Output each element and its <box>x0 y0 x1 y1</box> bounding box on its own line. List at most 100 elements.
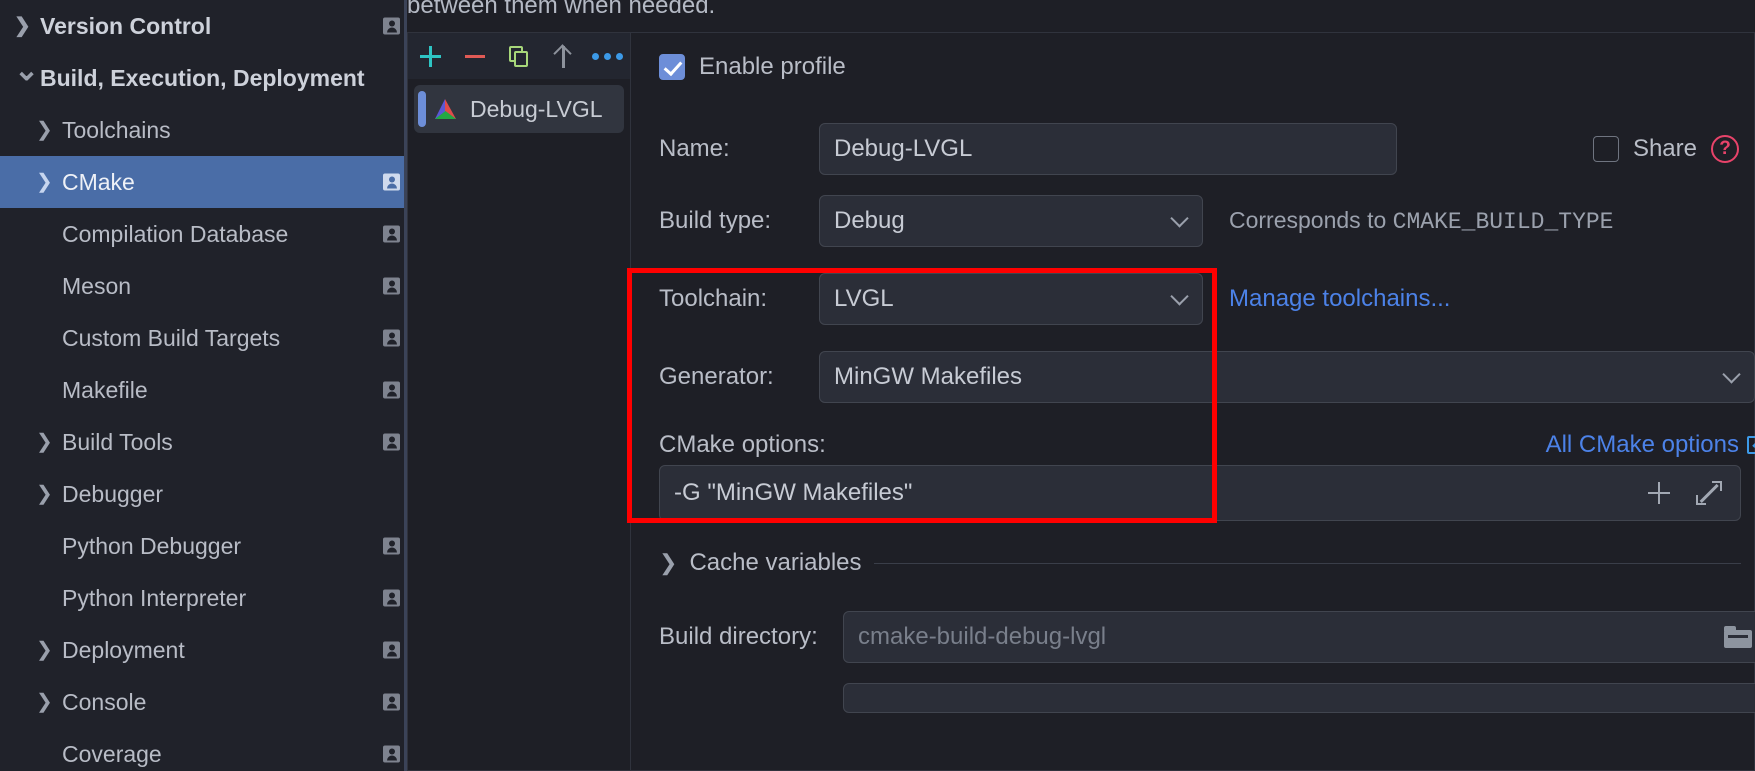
expand-editor-icon[interactable] <box>1696 480 1722 506</box>
settings-dialog: ❯ Version Control ⌄ Build, Execution, Deplo… <box>0 0 1755 771</box>
settings-sidebar[interactable]: ❯ Version Control ⌄ Build, Execution, Deplo… <box>0 0 430 771</box>
build-directory-label: Build directory: <box>659 623 818 650</box>
selection-indicator <box>418 91 426 127</box>
generator-value: MinGW Makefiles <box>834 363 1023 390</box>
chevron-right-icon: ❯ <box>36 639 53 661</box>
help-icon[interactable]: ? <box>1711 135 1739 163</box>
sidebar-item-python-debugger[interactable]: ❯Python Debugger <box>0 520 430 572</box>
sidebar-item-deployment[interactable]: ❯ Deployment <box>0 624 430 676</box>
chevron-down-icon <box>1170 287 1189 306</box>
enable-profile-label: Enable profile <box>699 53 846 80</box>
add-profile-button[interactable] <box>408 34 452 80</box>
project-scope-icon <box>383 745 400 763</box>
share-label: Share <box>1632 135 1697 162</box>
toolchain-row: Toolchain: LVGL Manage toolchains... <box>659 273 1749 325</box>
chevron-down-icon <box>1722 365 1741 384</box>
sidebar-item-label: Coverage <box>62 740 162 767</box>
chevron-down-icon: ⌄ <box>14 54 40 87</box>
next-field-row <box>843 683 1755 713</box>
generator-label: Generator: <box>659 363 774 390</box>
generator-row: Generator: MinGW Makefiles <box>659 351 1755 403</box>
remove-profile-button[interactable] <box>452 34 496 80</box>
enable-profile-checkbox[interactable] <box>659 54 685 80</box>
ellipsis-icon <box>592 53 624 60</box>
add-option-icon[interactable] <box>1648 482 1670 504</box>
project-scope-icon <box>383 225 400 243</box>
sidebar-item-cmake[interactable]: ❯ CMake <box>0 156 430 208</box>
cache-variables-label: Cache variables <box>689 549 862 576</box>
sidebar-item-coverage[interactable]: ❯Coverage <box>0 728 430 771</box>
sidebar-item-label: Toolchains <box>62 116 171 143</box>
sidebar-item-label: CMake <box>62 168 135 195</box>
section-divider <box>873 562 1741 564</box>
move-up-button[interactable] <box>541 34 585 80</box>
manage-toolchains-link[interactable]: Manage toolchains... <box>1229 285 1450 313</box>
profiles-toolbar[interactable] <box>407 32 631 80</box>
sidebar-item-build-execution-deployment[interactable]: ⌄ Build, Execution, Deployment <box>0 52 430 104</box>
cmake-icon <box>432 97 458 121</box>
sidebar-item-label: Build, Execution, Deployment <box>40 64 365 91</box>
plus-icon <box>419 46 441 67</box>
sidebar-item-label: Meson <box>62 272 132 299</box>
all-cmake-options-link[interactable]: All CMake options <box>1546 431 1739 459</box>
project-scope-icon <box>383 329 400 347</box>
chevron-right-icon: ❯ <box>36 483 53 505</box>
enable-profile-row[interactable]: Enable profile <box>659 53 846 81</box>
copy-profile-button[interactable] <box>497 34 541 80</box>
sidebar-item-console[interactable]: ❯ Console <box>0 676 430 728</box>
build-type-hint-text: Corresponds to <box>1229 207 1393 233</box>
sidebar-item-version-control[interactable]: ❯ Version Control <box>0 0 430 52</box>
intro-description: between them when needed. <box>407 0 716 19</box>
project-scope-icon <box>383 381 400 399</box>
share-checkbox[interactable] <box>1592 136 1619 162</box>
profile-form: Enable profile Name: Debug-LVGL Share ? … <box>631 32 1755 771</box>
generator-select[interactable]: MinGW Makefiles <box>819 351 1755 403</box>
copy-icon <box>509 46 529 67</box>
build-directory-placeholder: cmake-build-debug-lvgl <box>858 623 1107 650</box>
cmake-options-header-row: CMake options: All CMake options <box>659 431 1755 459</box>
arrow-up-icon <box>553 43 573 68</box>
sidebar-item-custom-build-targets[interactable]: ❯Custom Build Targets <box>0 312 430 364</box>
profiles-column: Debug-LVGL <box>407 32 631 771</box>
sidebar-item-build-tools[interactable]: ❯ Build Tools <box>0 416 430 468</box>
toolchain-select[interactable]: LVGL <box>819 273 1203 325</box>
chevron-right-icon: ❯ <box>36 119 53 141</box>
build-type-hint-variable: CMAKE_BUILD_TYPE <box>1392 209 1614 235</box>
external-link-icon[interactable] <box>1747 433 1755 455</box>
sidebar-item-meson[interactable]: ❯Meson <box>0 260 430 312</box>
list-item[interactable]: Debug-LVGL <box>414 85 624 133</box>
profile-name: Debug-LVGL <box>470 95 603 122</box>
build-type-label: Build type: <box>659 207 772 234</box>
cache-variables-section[interactable]: ❯ Cache variables <box>659 549 1741 577</box>
sidebar-item-label: Compilation Database <box>62 220 289 247</box>
build-directory-input[interactable]: cmake-build-debug-lvgl <box>843 611 1755 663</box>
sidebar-item-label: Debugger <box>62 480 164 507</box>
name-label: Name: <box>659 135 730 162</box>
project-scope-icon <box>383 641 400 659</box>
cmake-options-input[interactable]: -G "MinGW Makefiles" <box>659 465 1741 521</box>
project-scope-icon <box>383 537 400 555</box>
chevron-right-icon: ❯ <box>659 550 678 575</box>
sidebar-item-compilation-database[interactable]: ❯Compilation Database <box>0 208 430 260</box>
chevron-right-icon: ❯ <box>36 691 53 713</box>
cmake-settings-panel: between them when needed. Debug-LVGL Ena… <box>407 0 1755 771</box>
next-field-input[interactable] <box>843 683 1755 713</box>
sidebar-item-toolchains[interactable]: ❯ Toolchains <box>0 104 430 156</box>
sidebar-item-python-interpreter[interactable]: ❯Python Interpreter <box>0 572 430 624</box>
build-directory-row: Build directory: cmake-build-debug-lvgl <box>659 611 1755 663</box>
cmake-options-value: -G "MinGW Makefiles" <box>674 479 913 506</box>
sidebar-item-label: Python Interpreter <box>62 584 247 611</box>
sidebar-item-label: Makefile <box>62 376 148 403</box>
project-scope-icon <box>383 173 400 191</box>
more-options-button[interactable] <box>586 34 630 80</box>
sidebar-item-debugger[interactable]: ❯ Debugger <box>0 468 430 520</box>
build-type-select[interactable]: Debug <box>819 195 1203 247</box>
folder-browse-icon[interactable] <box>1724 626 1752 648</box>
sidebar-item-label: Custom Build Targets <box>62 324 281 351</box>
chevron-right-icon: ❯ <box>14 15 31 37</box>
name-input[interactable]: Debug-LVGL <box>818 123 1397 175</box>
profiles-list[interactable]: Debug-LVGL <box>407 79 631 771</box>
chevron-right-icon: ❯ <box>36 171 53 193</box>
settings-tree[interactable]: ❯ Version Control ⌄ Build, Execution, Deplo… <box>0 0 430 771</box>
sidebar-item-makefile[interactable]: ❯Makefile <box>0 364 430 416</box>
